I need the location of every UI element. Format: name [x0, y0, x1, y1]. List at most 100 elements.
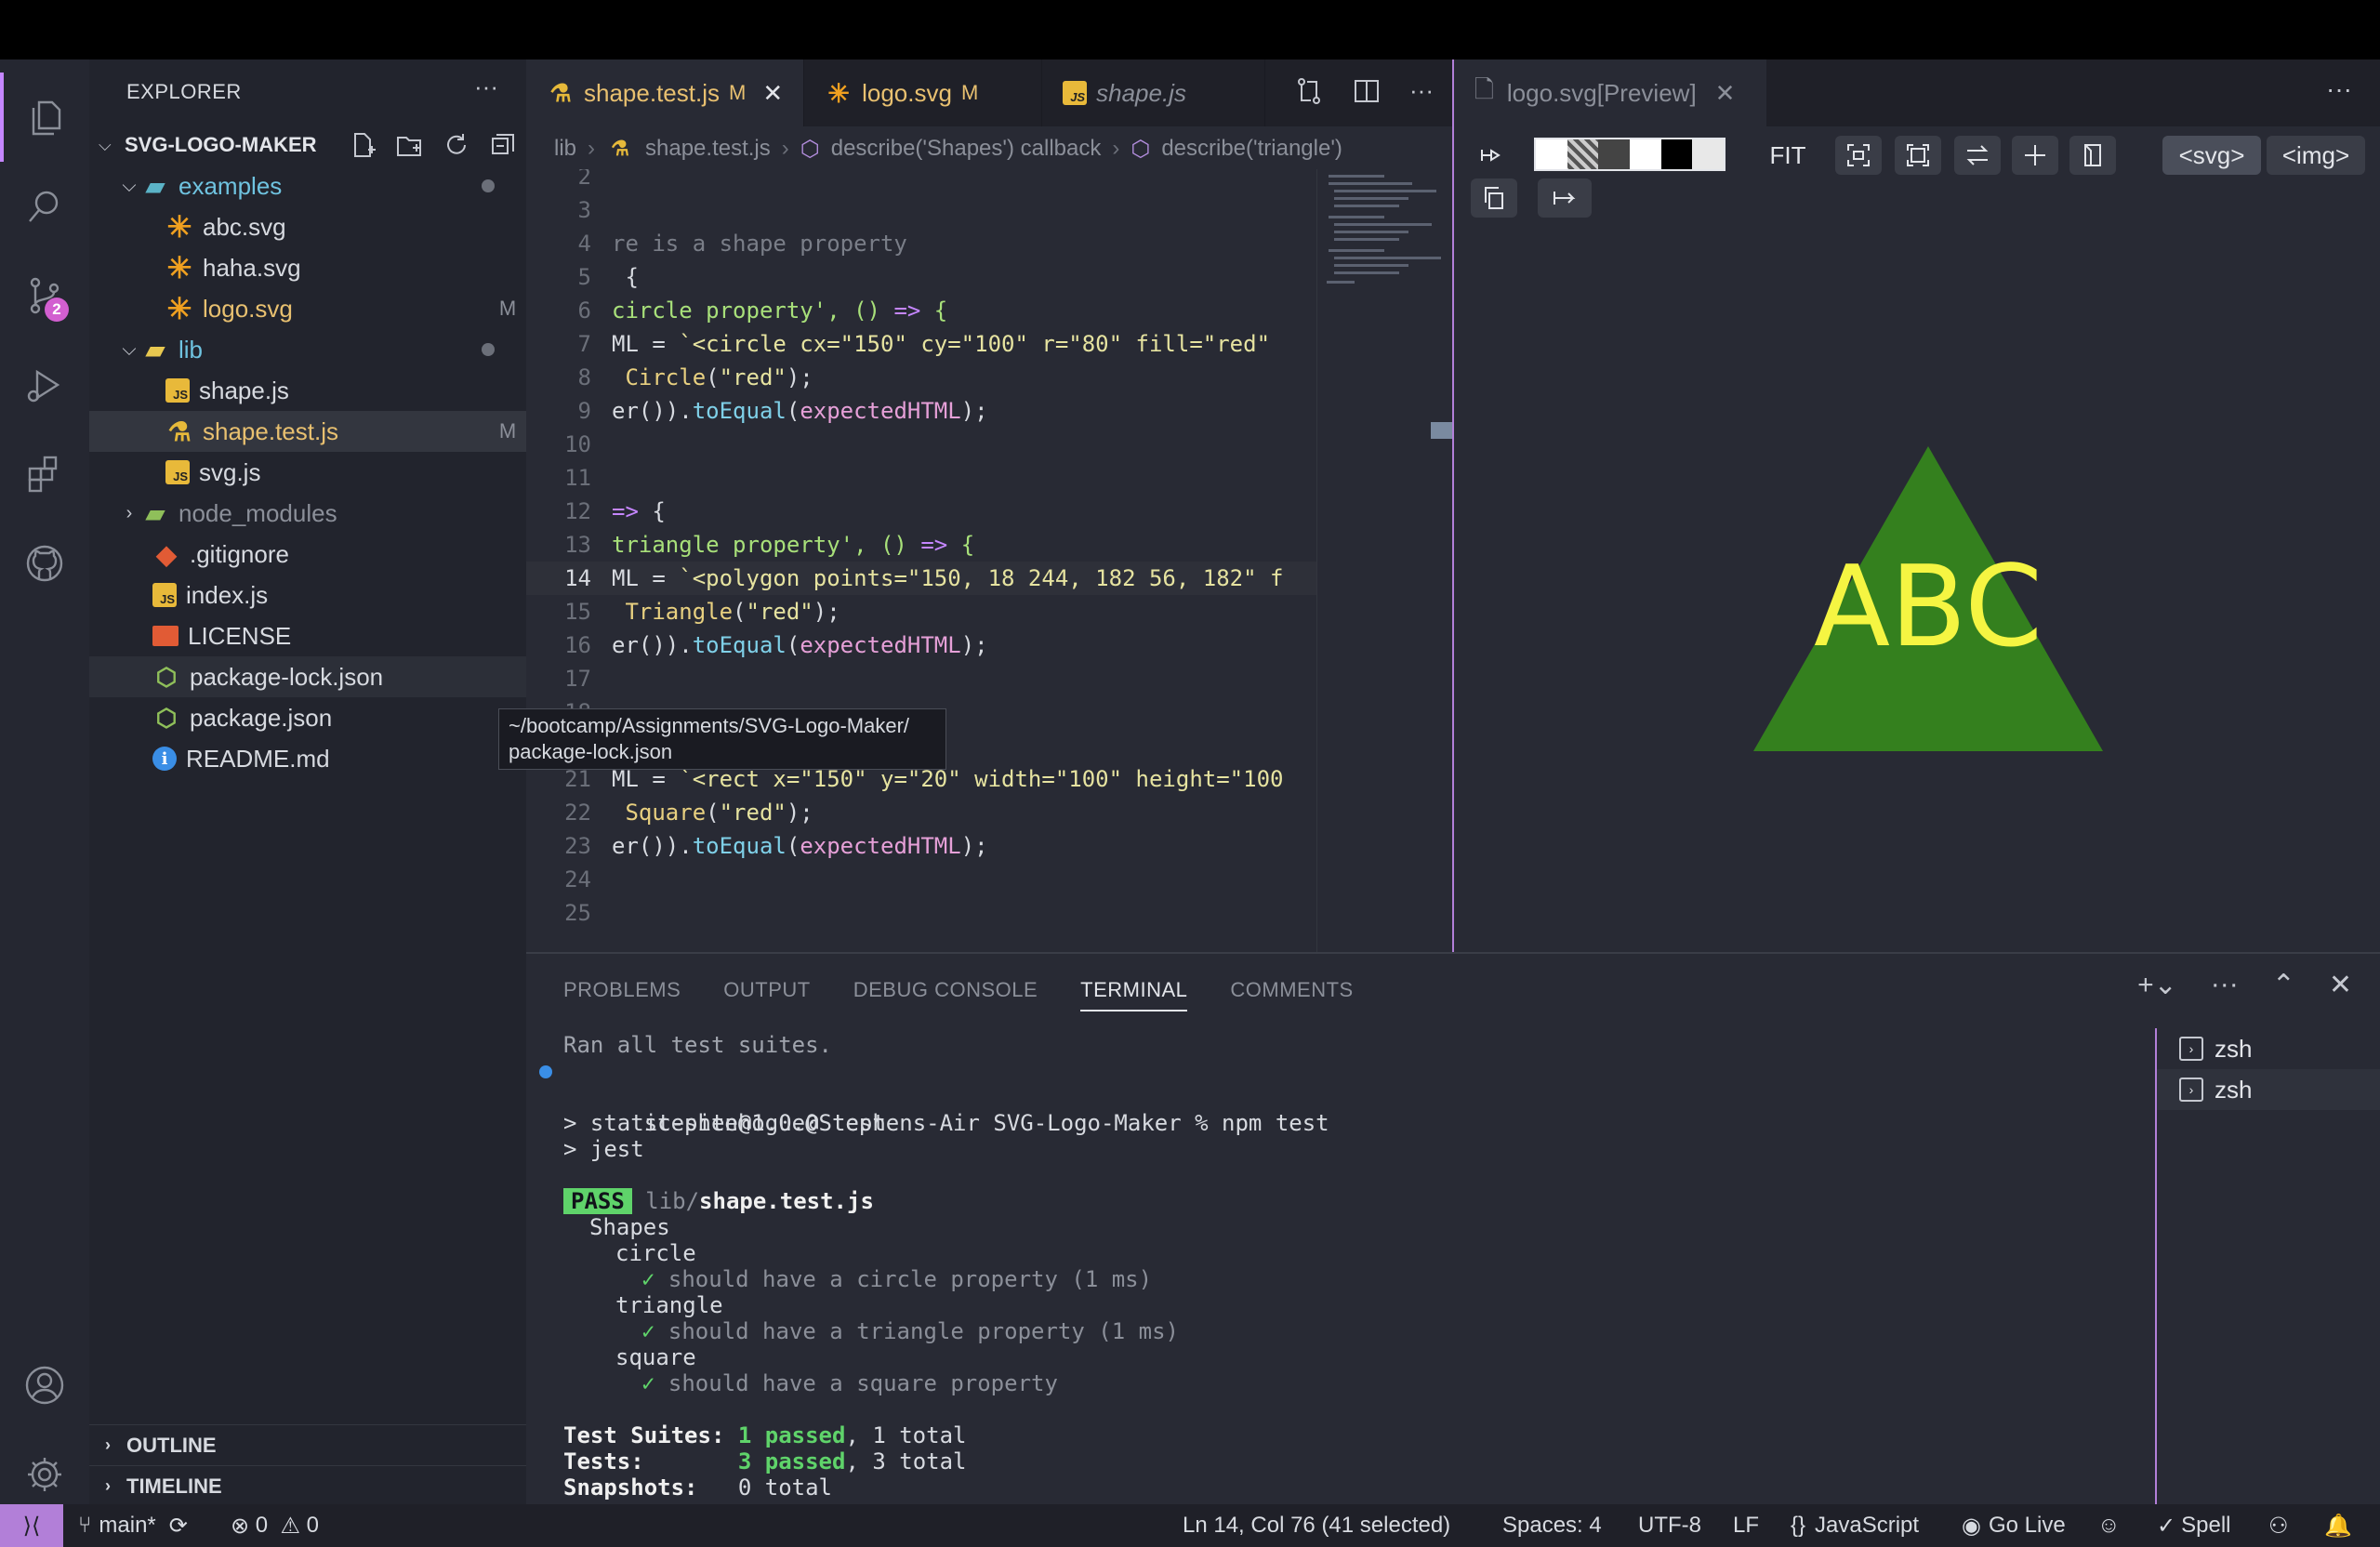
code-line[interactable]: 8 Circle("red"); — [526, 361, 1316, 394]
tree-item-package-lock[interactable]: ⬡ package-lock.json — [89, 656, 526, 697]
encoding[interactable]: UTF-8 — [1638, 1504, 1701, 1547]
code-line[interactable]: 5 { — [526, 260, 1316, 294]
line-ending[interactable]: LF — [1733, 1504, 1759, 1547]
tab-logo-preview[interactable]: 🗋 logo.svg[Preview] ✕ — [1454, 60, 1766, 126]
add-button[interactable] — [2012, 136, 2058, 175]
tree-item-license[interactable]: LICENSE — [89, 615, 526, 656]
background-swatches[interactable] — [1534, 138, 1726, 171]
code-line[interactable]: 4 re is a shape property — [526, 227, 1316, 260]
split-editor-icon[interactable] — [1352, 76, 1382, 106]
tab-shape-js[interactable]: JS shape.js — [1042, 60, 1266, 126]
new-folder-icon[interactable] — [396, 131, 424, 159]
tree-item-gitignore[interactable]: ◆ .gitignore — [89, 534, 526, 575]
close-icon[interactable]: ✕ — [762, 79, 783, 108]
swatch-white-2[interactable] — [1630, 139, 1661, 169]
swatch-white[interactable] — [1536, 139, 1567, 169]
close-icon[interactable]: ✕ — [1715, 79, 1736, 108]
close-panel-icon[interactable]: ✕ — [2329, 969, 2352, 1001]
tree-item-node-modules[interactable]: › ▰ node_modules — [89, 493, 526, 534]
tree-item-readme[interactable]: i README.md — [89, 738, 526, 779]
code-line[interactable]: 7 ML = `<circle cx="150" cy="100" r="80" … — [526, 327, 1316, 361]
tab-logo-svg[interactable]: ✳ logo.svg M — [804, 60, 1043, 126]
accounts-activity[interactable] — [0, 1341, 89, 1430]
tab-output[interactable]: OUTPUT — [723, 978, 810, 1012]
swatch-checker[interactable] — [1567, 139, 1599, 169]
tab-shape-test-js[interactable]: ⚗ shape.test.js M ✕ — [526, 60, 805, 126]
minimap[interactable] — [1316, 169, 1453, 952]
code-area[interactable]: 2 3 4 re is a shape property 5 {6 circle prop… — [526, 169, 1316, 952]
tree-item-abc-svg[interactable]: ✳ abc.svg — [89, 206, 526, 247]
indentation[interactable]: Spaces: 4 — [1502, 1504, 1602, 1547]
code-line[interactable]: 23 er()).toEqual(expectedHTML); — [526, 829, 1316, 863]
tab-problems[interactable]: PROBLEMS — [563, 978, 681, 1012]
copilot-button[interactable]: ☺ — [2097, 1504, 2121, 1547]
code-line[interactable]: 12 => { — [526, 495, 1316, 528]
tab-comments[interactable]: COMMENTS — [1230, 978, 1353, 1012]
search-activity[interactable] — [0, 162, 89, 251]
code-line[interactable]: 11 — [526, 461, 1316, 495]
maximize-panel-icon[interactable]: ⌃ — [2272, 969, 2295, 1001]
code-line[interactable]: 25 — [526, 896, 1316, 930]
language-mode[interactable]: {} JavaScript — [1791, 1504, 1919, 1547]
tree-item-haha-svg[interactable]: ✳ haha.svg — [89, 247, 526, 288]
code-line[interactable]: 2 — [526, 169, 1316, 193]
spell-button[interactable]: ✓ Spell — [2157, 1504, 2230, 1547]
code-line[interactable]: 14 ML = `<polygon points="150, 18 244, 18… — [526, 562, 1316, 595]
code-line[interactable]: 17 — [526, 662, 1316, 695]
sync-icon[interactable]: ⟳ — [169, 1513, 188, 1540]
more-actions-icon[interactable]: ··· — [2326, 74, 2352, 104]
explorer-activity[interactable] — [0, 73, 89, 162]
code-line[interactable]: 6 circle property', () => { — [526, 294, 1316, 327]
terminal-output[interactable]: Ran all test suites. stephenhogue@Stephe… — [539, 1032, 2330, 1501]
zoom-fit-button[interactable] — [1835, 136, 1882, 175]
timeline-section[interactable]: › TIMELINE — [89, 1465, 526, 1506]
cursor-position[interactable]: Ln 14, Col 76 (41 selected) — [1183, 1504, 1450, 1547]
pin-button[interactable] — [1471, 136, 1510, 175]
branch-status[interactable]: ⑂ main* ⟳ — [78, 1504, 188, 1547]
extensions-activity[interactable] — [0, 430, 89, 519]
tree-item-shape-js[interactable]: JS shape.js — [89, 370, 526, 411]
code-line[interactable]: 15 Triangle("red"); — [526, 595, 1316, 628]
code-line[interactable]: 3 — [526, 193, 1316, 227]
breadcrumb-item[interactable]: shape.test.js — [645, 136, 771, 162]
tab-debug-console[interactable]: DEBUG CONSOLE — [853, 978, 1038, 1012]
tree-item-index-js[interactable]: JS index.js — [89, 575, 526, 615]
go-live-button[interactable]: ◉ Go Live — [1962, 1504, 2066, 1547]
tree-item-svg-js[interactable]: JS svg.js — [89, 452, 526, 493]
notifications-button[interactable]: 🔔 — [2324, 1504, 2352, 1547]
project-header[interactable]: ⌵ SVG-LOGO-MAKER — [89, 126, 526, 164]
tree-item-logo-svg[interactable]: ✳ logo.svg M — [89, 288, 526, 329]
problems-status[interactable]: ⊗ 0 ⚠ 0 — [231, 1504, 319, 1547]
remote-indicator[interactable]: ⟩⟨ — [0, 1504, 63, 1547]
swatch-light[interactable] — [1692, 139, 1725, 169]
img-mode-button[interactable]: <img> — [2267, 136, 2365, 175]
github-activity[interactable] — [0, 519, 89, 608]
tab-terminal[interactable]: TERMINAL — [1080, 978, 1188, 1012]
code-line[interactable]: 9 er()).toEqual(expectedHTML); — [526, 394, 1316, 428]
more-actions-icon[interactable]: ··· — [2211, 969, 2239, 1001]
fit-button[interactable]: FIT — [1757, 136, 1818, 175]
terminal-item[interactable]: › zsh — [2157, 1069, 2380, 1110]
swap-button[interactable] — [1954, 136, 2001, 175]
swatch-dark[interactable] — [1598, 139, 1631, 169]
code-line[interactable]: 10 — [526, 428, 1316, 461]
copy-button[interactable] — [1471, 178, 1517, 218]
code-line[interactable]: 22 Square("red"); — [526, 796, 1316, 829]
run-debug-activity[interactable] — [0, 340, 89, 430]
explorer-more-button[interactable]: ··· — [474, 73, 498, 101]
code-line[interactable]: 13 triangle property', () => { — [526, 528, 1316, 562]
tree-item-shape-test-js[interactable]: ⚗ shape.test.js M — [89, 411, 526, 452]
breadcrumb-item[interactable]: describe('Shapes') callback — [831, 136, 1102, 162]
new-terminal-icon[interactable]: +⌄ — [2137, 969, 2177, 1001]
tree-item-package-json[interactable]: ⬡ package.json — [89, 697, 526, 738]
code-line[interactable]: 16 er()).toEqual(expectedHTML); — [526, 628, 1316, 662]
source-control-activity[interactable]: 2 — [0, 251, 89, 340]
code-line[interactable]: 24 — [526, 863, 1316, 896]
new-file-icon[interactable] — [350, 131, 377, 159]
breadcrumb-item[interactable]: lib — [554, 136, 576, 162]
zoom-actual-button[interactable] — [1895, 136, 1941, 175]
svg-mode-button[interactable]: <svg> — [2162, 136, 2261, 175]
feedback-button[interactable]: ⚇ — [2268, 1504, 2289, 1547]
swatch-black[interactable] — [1660, 139, 1693, 169]
more-actions-icon[interactable]: ··· — [1409, 76, 1434, 106]
